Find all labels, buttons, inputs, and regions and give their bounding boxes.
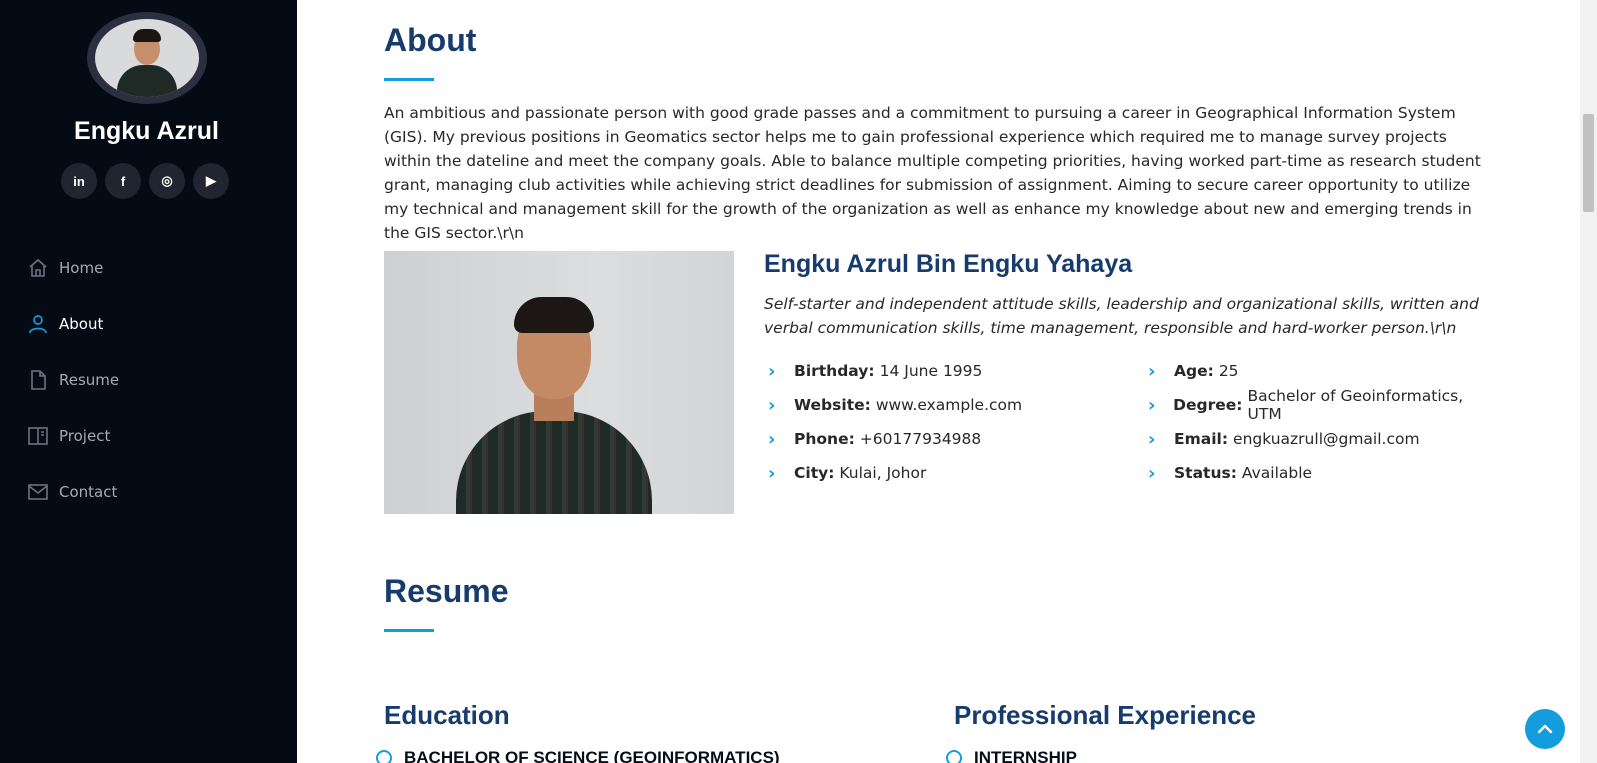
chevron-right-icon: › <box>768 360 776 382</box>
chevron-right-icon: › <box>768 462 776 484</box>
nav-label-project: Project <box>59 427 111 445</box>
nav-item-about[interactable]: About <box>28 296 119 352</box>
timeline-dot-icon <box>376 750 392 763</box>
info-status: › Status: Available <box>1148 456 1494 490</box>
info-label: Email: <box>1174 430 1229 448</box>
info-label: Website: <box>794 396 871 414</box>
profile-description: Self-starter and independent attitude sk… <box>764 295 1479 337</box>
info-value: Bachelor of Geoinformatics, UTM <box>1247 387 1464 423</box>
info-value[interactable]: engkuazrull@gmail.com <box>1233 430 1420 448</box>
info-degree: › Degree: Bachelor of Geoinformatics, UTM <box>1148 387 1494 423</box>
nav-label-contact: Contact <box>59 483 118 501</box>
chevron-right-icon: › <box>768 428 776 450</box>
resume-title: Resume <box>384 573 509 609</box>
nav-label-home: Home <box>59 259 104 277</box>
file-icon <box>31 370 46 390</box>
back-to-top-button[interactable] <box>1525 709 1565 749</box>
nav-item-home[interactable]: Home <box>28 240 119 296</box>
social-links: in f ◎ ▶ <box>61 163 229 199</box>
info-value: 25 <box>1218 362 1239 380</box>
nav-label-about: About <box>59 315 104 333</box>
about-text: An ambitious and passionate person with … <box>384 104 1481 242</box>
nav-label-resume: Resume <box>59 371 120 389</box>
info-value: Available <box>1241 464 1313 482</box>
chevron-right-icon: › <box>1148 462 1156 484</box>
info-website: › Website: www.example.com <box>768 388 1022 422</box>
title-underline <box>384 629 434 632</box>
experience-item-title: INTERNSHIP <box>974 748 1077 763</box>
profile-photo <box>384 251 734 514</box>
home-icon <box>29 258 47 277</box>
instagram-icon[interactable]: ◎ <box>149 163 185 199</box>
info-label: Birthday: <box>794 362 875 380</box>
page-scrollbar[interactable] <box>1580 0 1597 763</box>
nav-item-contact[interactable]: Contact <box>28 464 119 520</box>
education-item: BACHELOR OF SCIENCE (GEOINFORMATICS) <box>376 748 780 763</box>
info-value: +60177934988 <box>859 430 982 448</box>
info-value[interactable]: www.example.com <box>876 396 1022 414</box>
info-age: › Age: 25 <box>1148 354 1494 388</box>
profile-name: Engku Azrul Bin Engku Yahaya <box>764 250 1133 278</box>
about-title: About <box>384 22 477 58</box>
chevron-right-icon: › <box>1148 394 1156 416</box>
info-city: › City: Kulai, Johor <box>768 456 1022 490</box>
scrollbar-thumb[interactable] <box>1583 114 1594 212</box>
user-icon <box>29 315 47 334</box>
sidebar: Engku Azrul in f ◎ ▶ Home About Resume P… <box>0 0 297 763</box>
timeline-dot-icon <box>946 750 962 763</box>
education-title: Education <box>384 700 510 730</box>
info-list-left: › Birthday: 14 June 1995 › Website: www.exam… <box>768 354 1022 490</box>
title-underline <box>384 78 434 81</box>
info-birthday: › Birthday: 14 June 1995 <box>768 354 1022 388</box>
chevron-right-icon: › <box>768 394 776 416</box>
info-label: Phone: <box>794 430 855 448</box>
arrow-up-icon <box>1537 724 1553 734</box>
info-phone: › Phone: +60177934988 <box>768 422 1022 456</box>
info-list-right: › Age: 25 › Degree: Bachelor of Geoinformati… <box>1148 354 1494 490</box>
info-value: Kulai, Johor <box>839 464 927 482</box>
book-icon <box>28 427 48 445</box>
nav-item-project[interactable]: Project <box>28 408 119 464</box>
nav-item-resume[interactable]: Resume <box>28 352 119 408</box>
info-email: › Email: engkuazrull@gmail.com <box>1148 422 1494 456</box>
info-label: City: <box>794 464 835 482</box>
linkedin-icon[interactable]: in <box>61 163 97 199</box>
site-name[interactable]: Engku Azrul <box>0 117 293 146</box>
profile-avatar <box>87 12 207 104</box>
info-label: Age: <box>1174 362 1214 380</box>
avatar-image <box>95 19 199 97</box>
info-label: Status: <box>1174 464 1237 482</box>
youtube-icon[interactable]: ▶ <box>193 163 229 199</box>
chevron-right-icon: › <box>1148 360 1156 382</box>
education-item-title: BACHELOR OF SCIENCE (GEOINFORMATICS) <box>404 748 780 763</box>
experience-title: Professional Experience <box>954 700 1257 730</box>
info-label: Degree: <box>1173 396 1243 414</box>
experience-item: INTERNSHIP <box>946 748 1077 763</box>
info-value: 14 June 1995 <box>879 362 983 380</box>
facebook-icon[interactable]: f <box>105 163 141 199</box>
main-nav: Home About Resume Project Contact <box>28 240 119 520</box>
chevron-right-icon: › <box>1148 428 1156 450</box>
envelope-icon <box>28 484 48 500</box>
